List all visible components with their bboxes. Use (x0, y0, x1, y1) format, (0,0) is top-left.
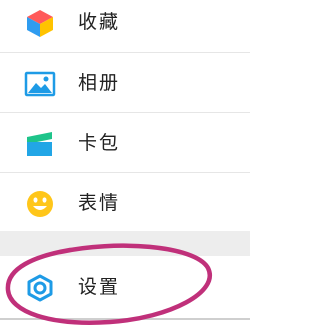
bottom-divider (0, 318, 250, 320)
menu-item-stickers[interactable]: 表情 (0, 173, 250, 233)
menu-item-label: 收藏 (78, 11, 121, 33)
menu-item-label: 设置 (78, 276, 121, 298)
cube-icon (27, 10, 53, 37)
menu-item-label: 卡包 (78, 132, 121, 154)
menu-item-label: 表情 (78, 192, 121, 214)
image-icon (24, 71, 56, 97)
menu-item-label: 相册 (78, 72, 121, 94)
menu-item-favorites[interactable]: 收藏 (0, 0, 250, 52)
menu-item-settings[interactable]: 设置 (0, 257, 250, 317)
smiley-icon (27, 191, 53, 217)
section-separator (0, 231, 250, 256)
gear-icon (27, 274, 53, 302)
menu-item-card-wallet[interactable]: 卡包 (0, 113, 250, 173)
wallet-card-icon (27, 132, 52, 156)
me-menu-screen: 收藏 相册 卡包 表情 设置 (0, 0, 250, 330)
menu-item-album[interactable]: 相册 (0, 53, 250, 113)
